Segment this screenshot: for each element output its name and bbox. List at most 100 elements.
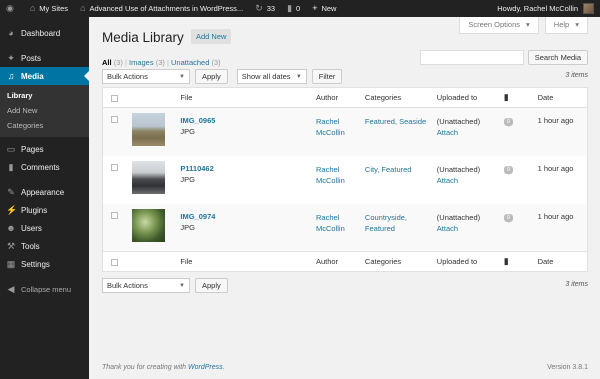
sidebar-item-label: Tools: [21, 241, 40, 251]
column-author[interactable]: Author: [316, 88, 365, 108]
my-sites-menu[interactable]: ⌂ My Sites: [24, 0, 74, 17]
select-all-cell: [103, 88, 129, 108]
table-row: IMG_0965 JPG Rachel McCollin Featured, Se…: [102, 107, 588, 156]
collapse-menu-button[interactable]: ◀ Collapse menu: [0, 280, 89, 298]
sidebar-item-label: Posts: [21, 53, 42, 63]
sidebar-item-users[interactable]: ☻ Users: [0, 219, 89, 237]
column-file[interactable]: File: [180, 252, 316, 272]
column-file[interactable]: File: [180, 88, 316, 108]
bulk-actions-select[interactable]: Bulk Actions ▼: [102, 69, 190, 84]
comments-menu[interactable]: ▮ 0: [281, 0, 306, 17]
author-link[interactable]: Rachel McCollin: [316, 164, 365, 186]
sidebar-item-tools[interactable]: ⚒ Tools: [0, 237, 89, 255]
comment-count-badge[interactable]: 0: [503, 165, 514, 175]
column-comments[interactable]: ▮: [504, 88, 538, 108]
column-uploaded-to[interactable]: Uploaded to: [437, 88, 504, 108]
file-title-link[interactable]: IMG_0974: [180, 212, 316, 221]
select-all-checkbox[interactable]: [111, 94, 118, 102]
column-date[interactable]: Date: [538, 252, 588, 272]
column-uploaded-to[interactable]: Uploaded to: [437, 252, 504, 272]
search-media-button[interactable]: Search Media: [527, 50, 588, 65]
categories-cell: Featured, Seaside: [365, 108, 437, 156]
sidebar-item-label: Dashboard: [21, 28, 61, 38]
my-sites-label: My Sites: [39, 4, 69, 13]
comment-count-badge[interactable]: 0: [503, 118, 514, 127]
date-value: 1 hour ago: [537, 116, 574, 125]
plus-icon: +: [312, 3, 318, 13]
items-count: 3 items: [565, 281, 588, 288]
author-line: McCollin: [316, 128, 345, 137]
brush-icon: ✎: [7, 186, 15, 197]
row-checkbox-cell: [103, 108, 129, 156]
submenu-item-categories[interactable]: Categories: [0, 118, 89, 133]
media-submenu: Library Add New Categories: [0, 85, 89, 137]
updates-menu[interactable]: ↻ 33: [249, 0, 281, 17]
filter-unattached-link[interactable]: Unattached: [171, 58, 209, 67]
file-title-link[interactable]: P1110462: [180, 164, 316, 173]
filter-button[interactable]: Filter: [311, 69, 343, 84]
sidebar-item-posts[interactable]: ✦ Posts: [0, 49, 89, 67]
account-menu[interactable]: Howdy, Rachel McCollin: [491, 0, 600, 17]
column-date[interactable]: Date: [538, 88, 588, 108]
select-all-checkbox[interactable]: [111, 258, 118, 266]
column-author[interactable]: Author: [316, 252, 365, 272]
categories-links[interactable]: Countryside, Featured: [365, 212, 437, 234]
bulk-actions-select[interactable]: Bulk Actions ▼: [102, 278, 190, 293]
media-thumbnail[interactable]: [132, 160, 166, 194]
sidebar-item-label: Settings: [21, 259, 50, 269]
row-checkbox[interactable]: [111, 211, 118, 219]
attach-link[interactable]: Attach: [437, 223, 504, 234]
sidebar-item-plugins[interactable]: ⚡ Plugins: [0, 201, 89, 219]
add-new-button[interactable]: Add New: [191, 29, 232, 44]
collapse-arrow-icon: ◀: [7, 283, 15, 294]
categories-line: Countryside,: [364, 212, 408, 222]
apply-button[interactable]: Apply: [195, 278, 228, 293]
sidebar-item-label: Media: [21, 71, 44, 81]
sidebar-item-dashboard[interactable]: ◕ Dashboard: [0, 24, 89, 42]
apply-button[interactable]: Apply: [195, 69, 228, 84]
row-checkbox[interactable]: [111, 163, 118, 171]
table-row: P1110462 JPG Rachel McCollin City, Featur…: [103, 156, 588, 204]
filter-all-link[interactable]: All: [102, 58, 112, 67]
filter-all-label: All: [102, 58, 112, 67]
comment-count-badge[interactable]: 0: [503, 213, 514, 223]
media-thumbnail[interactable]: [132, 208, 166, 242]
date-value: 1 hour ago: [537, 163, 574, 173]
sidebar-item-comments[interactable]: ▮ Comments: [0, 158, 89, 176]
sidebar-item-pages[interactable]: ▭ Pages: [0, 140, 89, 158]
attach-link[interactable]: Attach: [437, 127, 504, 138]
file-title-link[interactable]: IMG_0965: [180, 116, 316, 125]
chevron-down-icon: ▼: [295, 73, 302, 80]
attach-link[interactable]: Attach: [437, 175, 504, 186]
column-comments[interactable]: ▮: [504, 252, 538, 272]
new-content-menu[interactable]: + New: [306, 0, 342, 17]
submenu-item-add-new[interactable]: Add New: [0, 103, 89, 118]
categories-links[interactable]: City, Featured: [365, 164, 437, 175]
sidebar-item-media[interactable]: ♫ Media: [0, 67, 89, 85]
thumbnail-cell: [128, 204, 180, 252]
file-cell: P1110462 JPG: [180, 156, 316, 204]
categories-line: Featured, Seaside: [364, 117, 427, 126]
uploaded-status: (Unattached): [436, 212, 481, 222]
author-line: Rachel: [316, 164, 340, 174]
row-checkbox[interactable]: [111, 116, 118, 123]
author-link[interactable]: Rachel McCollin: [316, 212, 365, 234]
avatar: [583, 3, 594, 14]
filter-separator: |: [124, 58, 127, 67]
author-link[interactable]: Rachel McCollin: [316, 116, 365, 138]
wordpress-logo-menu[interactable]: ◉: [0, 0, 24, 17]
plug-icon: ⚡: [6, 204, 18, 215]
categories-links[interactable]: Featured, Seaside: [365, 116, 437, 127]
filter-images-link[interactable]: Images: [129, 58, 154, 67]
categories-line: Featured: [364, 223, 395, 233]
author-cell: Rachel McCollin: [316, 156, 365, 204]
date-filter-select[interactable]: Show all dates ▼: [236, 69, 307, 84]
site-name-menu[interactable]: ⌂ Advanced Use of Attachments in WordPre…: [74, 0, 249, 17]
media-thumbnail[interactable]: [132, 113, 166, 146]
sidebar-item-settings[interactable]: ▦ Settings: [0, 255, 89, 273]
wordpress-link[interactable]: WordPress: [188, 364, 223, 371]
view-filters: All (3) | Images (3) | Unattached (3): [102, 58, 221, 67]
sidebar-item-appearance[interactable]: ✎ Appearance: [0, 183, 89, 201]
search-input[interactable]: [419, 50, 524, 65]
submenu-item-library[interactable]: Library: [0, 88, 89, 103]
